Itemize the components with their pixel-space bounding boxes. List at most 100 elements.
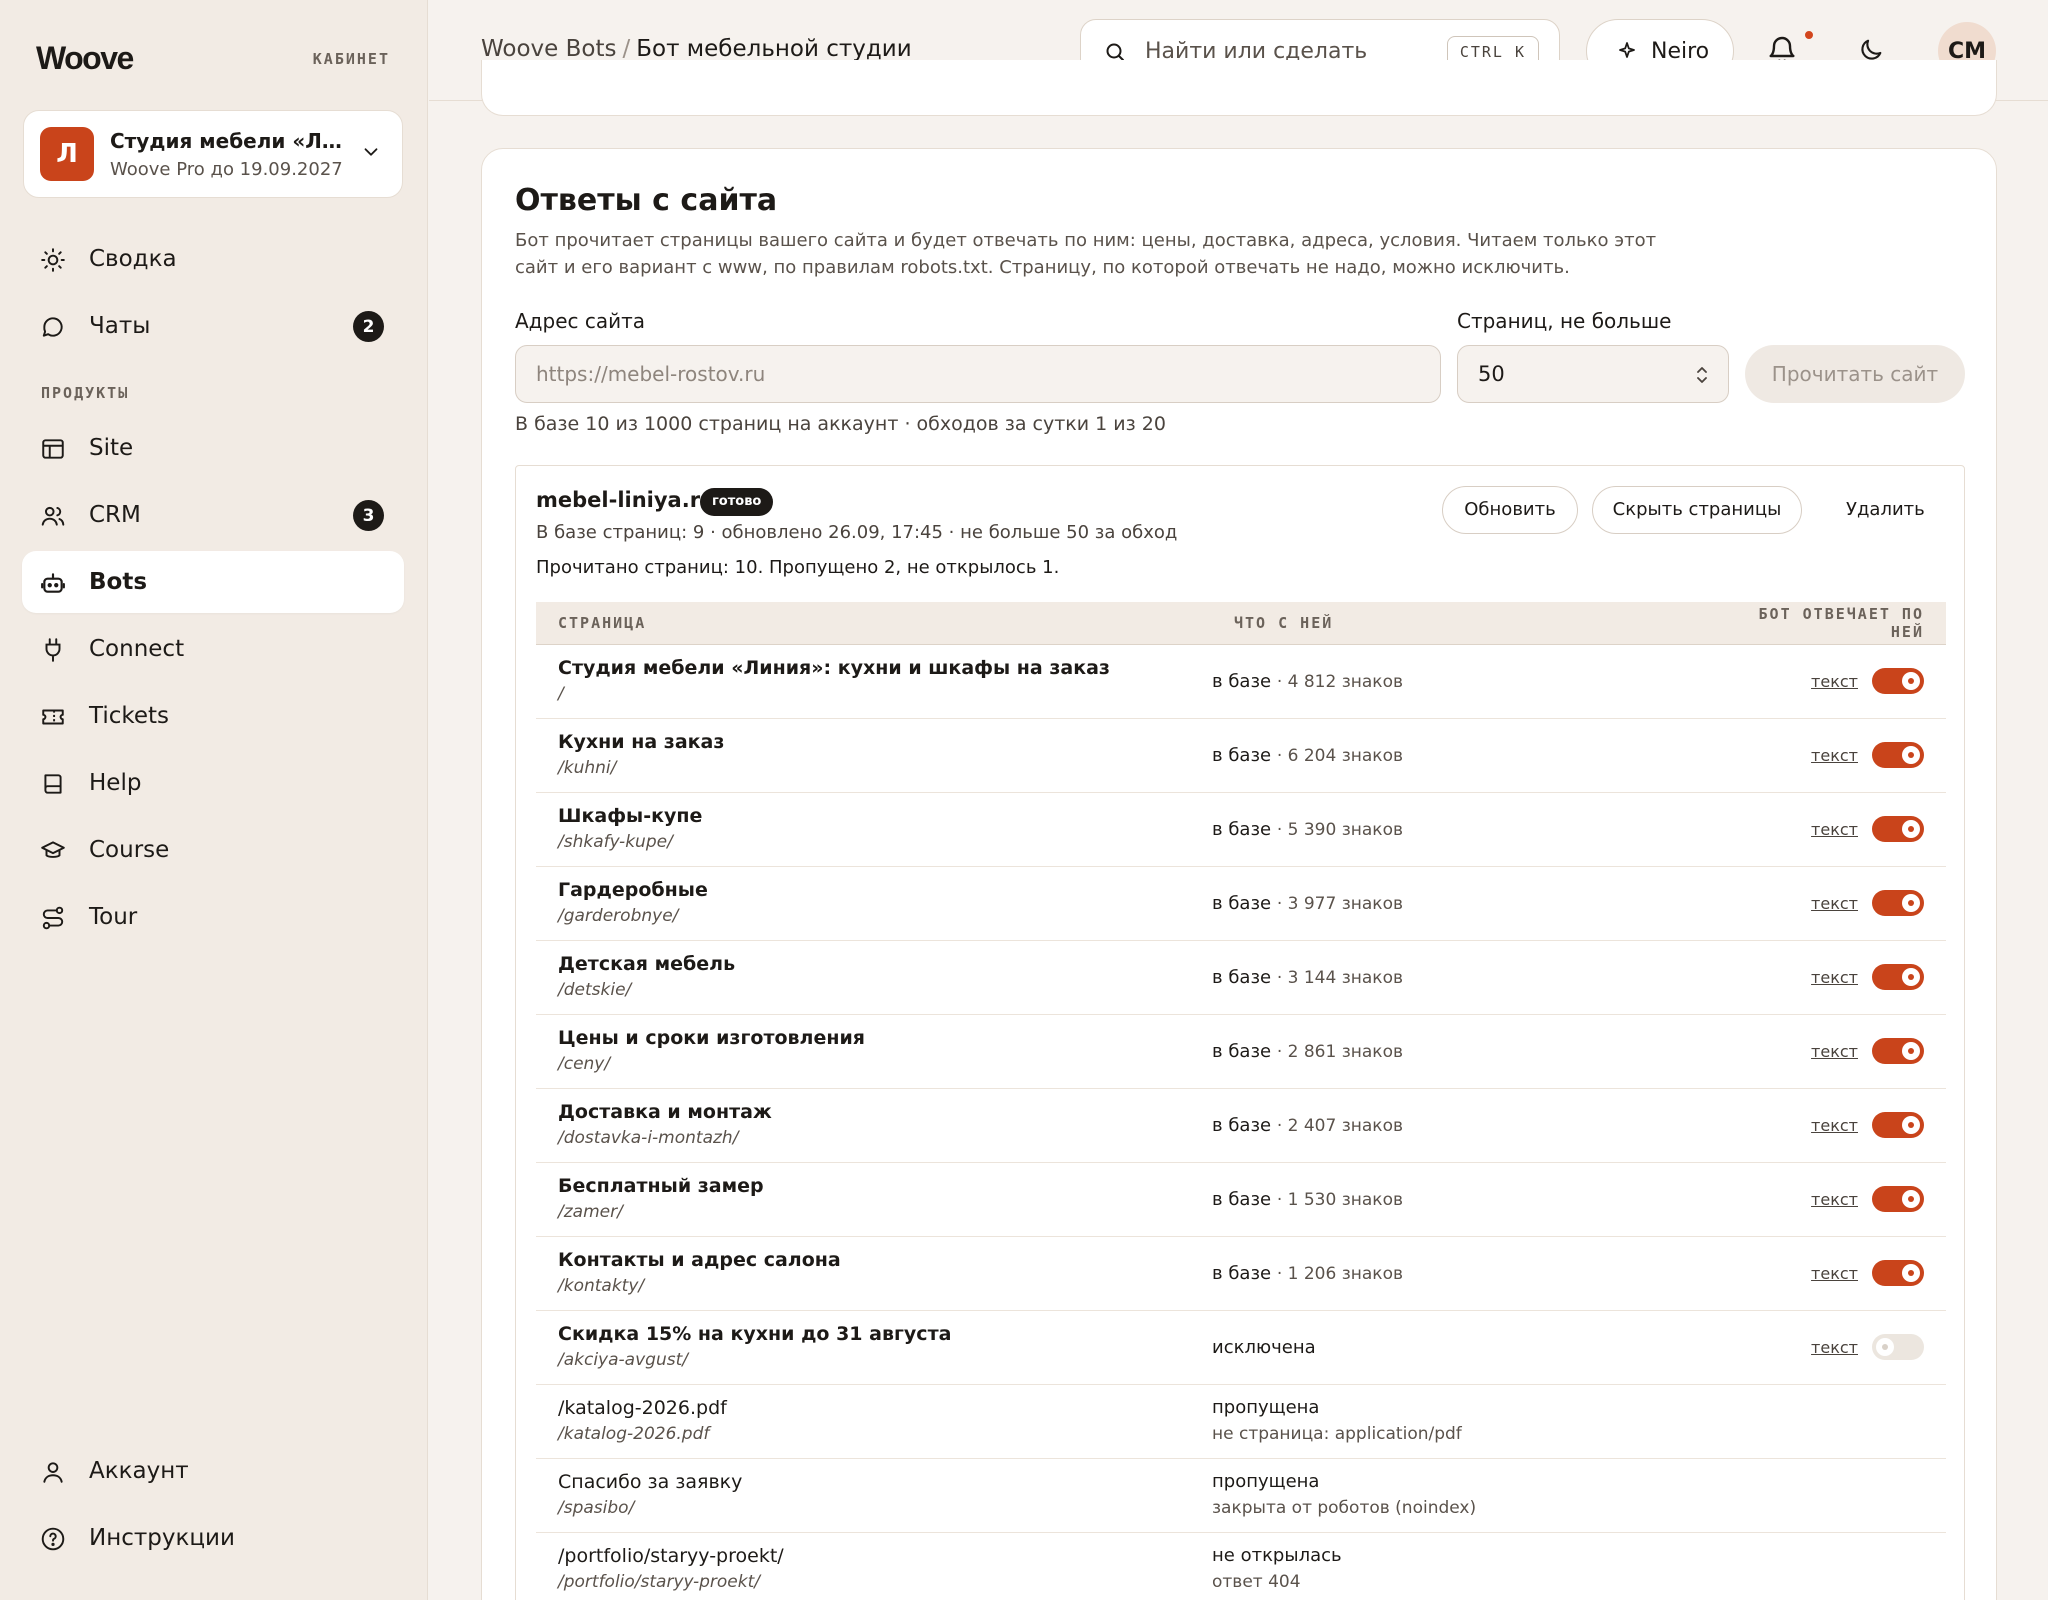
- answer-toggle[interactable]: [1872, 816, 1924, 842]
- sidebar-item-crm[interactable]: CRM 3: [22, 484, 404, 546]
- sidebar-item-connect[interactable]: Connect: [22, 618, 404, 680]
- book-icon: [44, 774, 62, 794]
- table-row: Контакты и адрес салона/kontakty/в базе …: [536, 1236, 1946, 1311]
- pages-limit-stepper[interactable]: 50: [1457, 345, 1729, 403]
- table-row: Детская мебель/detskie/в базе · 3 144 зн…: [536, 940, 1946, 1015]
- column-header: БОТ ОТВЕЧАЕТ ПО НЕЙ: [1712, 602, 1946, 645]
- table-row: Студия мебели «Линия»: кухни и шкафы на …: [536, 644, 1946, 719]
- page-path: /dostavka-i-montazh/: [558, 1128, 739, 1148]
- sidebar: Woove КАБИНЕТ Л Студия мебели «Линия» Wo…: [0, 0, 428, 1600]
- answer-toggle[interactable]: [1872, 1334, 1924, 1360]
- sidebar-item-label: Tickets: [89, 703, 170, 729]
- row-status: пропущена закрыта от роботов (noindex): [1212, 1471, 1477, 1518]
- text-link[interactable]: текст: [1811, 820, 1858, 839]
- sidebar-item-site[interactable]: Site: [22, 417, 404, 479]
- refresh-button[interactable]: Обновить: [1442, 486, 1578, 534]
- crm-count-badge: 3: [353, 500, 384, 531]
- products-section-label: ПРОДУКТЫ: [41, 384, 130, 402]
- sidebar-item-chats[interactable]: Чаты 2: [22, 295, 404, 357]
- text-link[interactable]: текст: [1811, 672, 1858, 691]
- sidebar-item-help[interactable]: Help: [22, 752, 404, 814]
- sidebar-item-tickets[interactable]: Tickets: [22, 685, 404, 747]
- row-status: в базе · 4 812 знаков: [1212, 670, 1403, 692]
- route-icon: [42, 906, 64, 930]
- site-entry: mebel-liniya.ru готово В базе страниц: 9…: [515, 465, 1965, 1600]
- page-title-cell: Скидка 15% на кухни до 31 августа: [558, 1323, 952, 1345]
- table-row: /katalog-2026.pdf/katalog-2026.pdf пропущ…: [536, 1384, 1946, 1459]
- hide-pages-button[interactable]: Скрыть страницы: [1592, 486, 1802, 534]
- page-path: /portfolio/staryy-proekt/: [558, 1572, 760, 1592]
- text-link[interactable]: текст: [1811, 894, 1858, 913]
- answer-toggle[interactable]: [1872, 964, 1924, 990]
- text-link[interactable]: текст: [1811, 746, 1858, 765]
- answer-toggle[interactable]: [1872, 890, 1924, 916]
- sidebar-item-label: Help: [89, 770, 142, 796]
- answer-toggle[interactable]: [1872, 1038, 1924, 1064]
- text-link[interactable]: текст: [1811, 1042, 1858, 1061]
- org-switcher[interactable]: Л Студия мебели «Линия» Woove Pro до 19.…: [23, 110, 403, 198]
- previous-card: [481, 60, 1997, 116]
- sidebar-item-label: Аккаунт: [89, 1458, 189, 1484]
- sidebar-item-summary[interactable]: Сводка: [22, 228, 404, 290]
- sidebar-item-label: Bots: [89, 569, 148, 595]
- page-title-cell: /katalog-2026.pdf: [558, 1397, 727, 1419]
- site-meta: В базе страниц: 9 · обновлено 26.09, 17:…: [536, 522, 1178, 543]
- row-status: в базе · 1 206 знаков: [1212, 1262, 1403, 1284]
- site-domain: mebel-liniya.ru: [536, 488, 716, 512]
- read-site-button[interactable]: Прочитать сайт: [1745, 345, 1965, 403]
- sidebar-item-course[interactable]: Course: [22, 819, 404, 881]
- help-circle-icon: [41, 1527, 65, 1551]
- answer-toggle[interactable]: [1872, 1112, 1924, 1138]
- sidebar-item-label: CRM: [89, 502, 141, 528]
- ticket-icon: [42, 709, 64, 725]
- page-path: /kontakty/: [558, 1276, 645, 1296]
- answer-toggle[interactable]: [1872, 668, 1924, 694]
- page-path: /zamer/: [558, 1202, 623, 1222]
- text-link[interactable]: текст: [1811, 968, 1858, 987]
- text-link[interactable]: текст: [1811, 1190, 1858, 1209]
- status-badge: готово: [700, 488, 774, 516]
- delete-button[interactable]: Удалить: [1846, 486, 1925, 534]
- breadcrumb-current: Бот мебельной студии: [636, 36, 912, 62]
- row-status: в базе · 3 144 знаков: [1212, 966, 1403, 988]
- page-title-cell: Бесплатный замер: [558, 1175, 764, 1197]
- text-link[interactable]: текст: [1811, 1338, 1858, 1357]
- site-summary: Прочитано страниц: 10. Пропущено 2, не о…: [536, 557, 1060, 578]
- page-path: /kuhni/: [558, 758, 617, 778]
- users-icon: [41, 506, 65, 526]
- page-title-cell: Цены и сроки изготовления: [558, 1027, 865, 1049]
- chat-icon: [42, 317, 63, 337]
- sidebar-item-account[interactable]: Аккаунт: [22, 1440, 404, 1502]
- org-name: Студия мебели «Линия»: [110, 129, 348, 153]
- plug-icon: [45, 638, 61, 662]
- page-title-cell: Гардеробные: [558, 879, 708, 901]
- table-row: Шкафы-купе/shkafy-kupe/в базе · 5 390 зн…: [536, 792, 1946, 867]
- page-title: Ответы с сайта: [515, 183, 778, 218]
- page-title-cell: /portfolio/staryy-proekt/: [558, 1545, 784, 1567]
- quota-text: В базе 10 из 1000 страниц на аккаунт · о…: [515, 413, 1166, 435]
- text-link[interactable]: текст: [1811, 1264, 1858, 1283]
- answer-toggle[interactable]: [1872, 1186, 1924, 1212]
- sidebar-item-instructions[interactable]: Инструкции: [22, 1507, 404, 1569]
- row-status: пропущена не страница: application/pdf: [1212, 1397, 1462, 1444]
- table-row: Цены и сроки изготовления/ceny/в базе · …: [536, 1014, 1946, 1089]
- pages-table: СТРАНИЦА ЧТО С НЕЙ БОТ ОТВЕЧАЕТ ПО НЕЙ С…: [536, 602, 1946, 1600]
- sidebar-item-label: Tour: [89, 904, 138, 930]
- breadcrumb-root[interactable]: Woove Bots: [481, 36, 616, 62]
- sidebar-item-tour[interactable]: Tour: [22, 886, 404, 948]
- url-field-label: Адрес сайта: [515, 309, 646, 333]
- page-title-cell: Студия мебели «Линия»: кухни и шкафы на …: [558, 657, 1110, 679]
- page-path: /katalog-2026.pdf: [558, 1424, 710, 1444]
- spinner-arrows-icon[interactable]: [1694, 364, 1710, 386]
- text-link[interactable]: текст: [1811, 1116, 1858, 1135]
- table-row: Кухни на заказ/kuhni/в базе · 6 204 знак…: [536, 718, 1946, 793]
- site-url-input[interactable]: https://mebel-rostov.ru: [515, 345, 1441, 403]
- page-path: /spasibo/: [558, 1498, 635, 1518]
- answer-toggle[interactable]: [1872, 742, 1924, 768]
- card-description: Бот прочитает страницы вашего сайта и бу…: [515, 230, 1657, 278]
- logo[interactable]: Woove: [36, 40, 134, 77]
- sidebar-item-bots[interactable]: Bots: [22, 551, 404, 613]
- sidebar-item-label: Course: [89, 837, 170, 863]
- pages-field-label: Страниц, не больше: [1457, 309, 1672, 333]
- answer-toggle[interactable]: [1872, 1260, 1924, 1286]
